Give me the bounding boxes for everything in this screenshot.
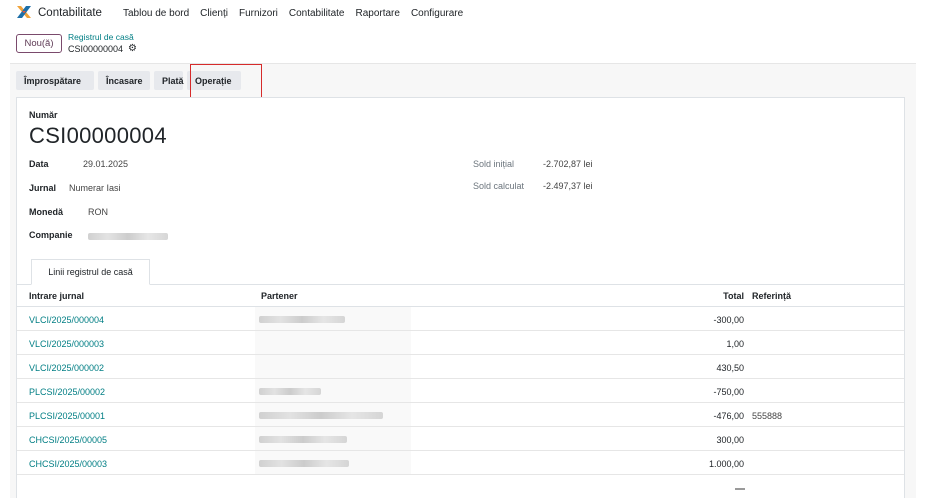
- currency-value[interactable]: RON: [88, 207, 108, 217]
- refresh-button[interactable]: Împrospătare: [16, 71, 94, 90]
- table-row[interactable]: PLCSI/2025/00001 -476,00 555888: [17, 403, 904, 427]
- journal-entry-link[interactable]: PLCSI/2025/00001: [29, 411, 105, 421]
- menu-item-reporting[interactable]: Raportare: [355, 8, 399, 19]
- total-cell: -476,00: [713, 411, 744, 421]
- initial-balance-value: -2.702,87 lei: [543, 159, 593, 169]
- date-value[interactable]: 29.01.2025: [83, 159, 128, 169]
- total-cell: -300,00: [713, 315, 744, 325]
- partner-redacted: [259, 388, 321, 395]
- reference-cell: 555888: [752, 411, 783, 421]
- journal-entry-link[interactable]: PLCSI/2025/00002: [29, 387, 105, 397]
- column-partner[interactable]: Partener: [261, 291, 298, 301]
- partner-cell: [255, 331, 411, 354]
- breadcrumb-parent-link[interactable]: Registrul de casă: [68, 32, 134, 42]
- tab-cash-register-lines[interactable]: Linii registrul de casă: [31, 259, 150, 285]
- journal-entry-link[interactable]: VLCI/2025/000003: [29, 339, 104, 349]
- menu-item-customers[interactable]: Clienți: [200, 8, 228, 19]
- menu-item-configuration[interactable]: Configurare: [411, 8, 463, 19]
- menu-item-dashboard[interactable]: Tablou de bord: [123, 8, 189, 19]
- table-row[interactable]: CHCSI/2025/00003 1.000,00: [17, 451, 904, 475]
- top-navbar: Contabilitate Tablou de bord Clienți Fur…: [0, 0, 938, 26]
- payment-button[interactable]: Plată: [154, 71, 184, 90]
- journal-value[interactable]: Numerar Iasi: [69, 183, 121, 193]
- journal-label: Jurnal: [29, 183, 57, 193]
- number-value: CSI00000004: [29, 123, 167, 148]
- partner-redacted: [259, 436, 347, 443]
- table-row[interactable]: CHCSI/2025/00005 300,00: [17, 427, 904, 451]
- total-cell: 300,00: [716, 435, 744, 445]
- table-footer-mark: [735, 488, 745, 490]
- menu-item-vendors[interactable]: Furnizori: [239, 8, 278, 19]
- cash-in-button[interactable]: Încasare: [98, 71, 150, 90]
- highlight-box: [190, 64, 262, 100]
- column-journal-entry[interactable]: Intrare jurnal: [29, 291, 84, 301]
- table-row[interactable]: PLCSI/2025/00002 -750,00: [17, 379, 904, 403]
- journal-entry-link[interactable]: VLCI/2025/000004: [29, 315, 104, 325]
- journal-entry-link[interactable]: CHCSI/2025/00003: [29, 459, 107, 469]
- date-label: Data: [29, 159, 49, 169]
- total-cell: -750,00: [713, 387, 744, 397]
- journal-entry-link[interactable]: CHCSI/2025/00005: [29, 435, 107, 445]
- journal-entry-link[interactable]: VLCI/2025/000002: [29, 363, 104, 373]
- partner-redacted: [259, 412, 383, 419]
- total-cell: 1,00: [726, 339, 744, 349]
- gear-icon[interactable]: ⚙: [128, 43, 137, 54]
- total-cell: 430,50: [716, 363, 744, 373]
- currency-label: Monedă: [29, 207, 64, 217]
- table-row[interactable]: VLCI/2025/000004 -300,00: [17, 307, 904, 331]
- computed-balance-label: Sold calculat: [473, 181, 525, 191]
- initial-balance-label: Sold inițial: [473, 159, 515, 169]
- total-cell: 1.000,00: [708, 459, 744, 469]
- main-menu: Tablou de bord Clienți Furnizori Contabi…: [123, 8, 463, 19]
- table-header: Intrare jurnal Partener Total Referință: [17, 285, 904, 307]
- table-row[interactable]: VLCI/2025/000002 430,50: [17, 355, 904, 379]
- menu-item-accounting[interactable]: Contabilitate: [289, 8, 345, 19]
- form-sheet: Număr CSI00000004 Data 29.01.2025 Jurnal…: [16, 97, 905, 498]
- accounting-app-icon[interactable]: [16, 5, 32, 19]
- partner-cell: [255, 355, 411, 378]
- partner-redacted: [259, 316, 345, 323]
- breadcrumb-current-label: CSI00000004: [68, 43, 124, 54]
- column-total[interactable]: Total: [723, 291, 744, 301]
- table-row[interactable]: VLCI/2025/000003 1,00: [17, 331, 904, 355]
- number-label: Număr: [29, 110, 58, 120]
- computed-balance-value: -2.497,37 lei: [543, 181, 593, 191]
- partner-redacted: [259, 460, 349, 467]
- new-button[interactable]: Nou(ă): [16, 34, 62, 53]
- column-reference[interactable]: Referință: [752, 291, 791, 301]
- breadcrumb-current: CSI00000004 ⚙: [68, 43, 137, 54]
- app-title[interactable]: Contabilitate: [38, 7, 102, 19]
- company-label: Companie: [29, 230, 73, 240]
- company-value-redacted[interactable]: [88, 233, 168, 240]
